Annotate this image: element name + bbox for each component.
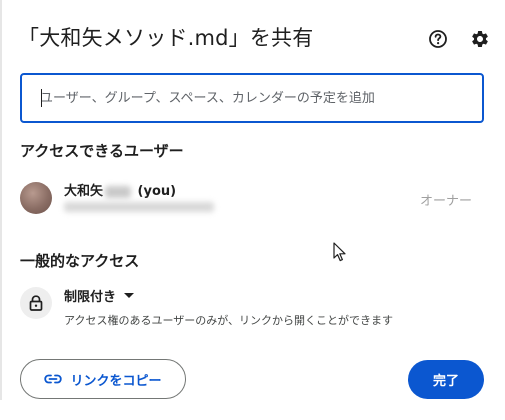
redacted-name [105, 185, 132, 198]
chevron-down-icon [124, 292, 135, 298]
user-name-prefix: 大和矢 [64, 184, 104, 199]
access-level-select[interactable]: 制限付き [64, 286, 135, 305]
copy-link-label: リンクをコピー [70, 373, 162, 389]
header-actions [427, 28, 491, 50]
add-people-field[interactable] [20, 73, 484, 123]
mouse-pointer-icon [333, 242, 346, 262]
dialog-edge [0, 0, 2, 400]
copy-link-button[interactable]: リンクをコピー [20, 359, 186, 399]
text-cursor [41, 89, 42, 107]
dialog-title: 「大和矢メソッド.md」を共有 [18, 26, 314, 50]
link-icon [44, 374, 63, 384]
user-row: 大和矢 (you) オーナー [20, 180, 484, 220]
people-with-access-heading: アクセスできるユーザー [20, 142, 184, 160]
access-description: アクセス権のあるユーザーのみが、リンクから開くことができます [64, 314, 394, 327]
done-button[interactable]: 完了 [408, 360, 484, 399]
gear-icon[interactable] [469, 28, 491, 50]
help-icon[interactable] [427, 28, 449, 50]
role-label: オーナー [419, 194, 472, 209]
redacted-email [64, 202, 214, 212]
general-access-heading: 一般的なアクセス [20, 252, 140, 270]
avatar [20, 182, 52, 214]
lock-icon [20, 287, 52, 319]
share-dialog: 「大和矢メソッド.md」を共有 アクセスできるユーザー 大和矢 (you) オー… [0, 0, 505, 420]
general-access-row: 制限付き アクセス権のあるユーザーのみが、リンクから開くことができます [20, 285, 484, 329]
user-name: 大和矢 (you) [64, 180, 176, 199]
access-level-label: 制限付き [64, 290, 117, 305]
user-name-suffix: (you) [137, 184, 177, 199]
add-people-input[interactable] [40, 90, 482, 106]
